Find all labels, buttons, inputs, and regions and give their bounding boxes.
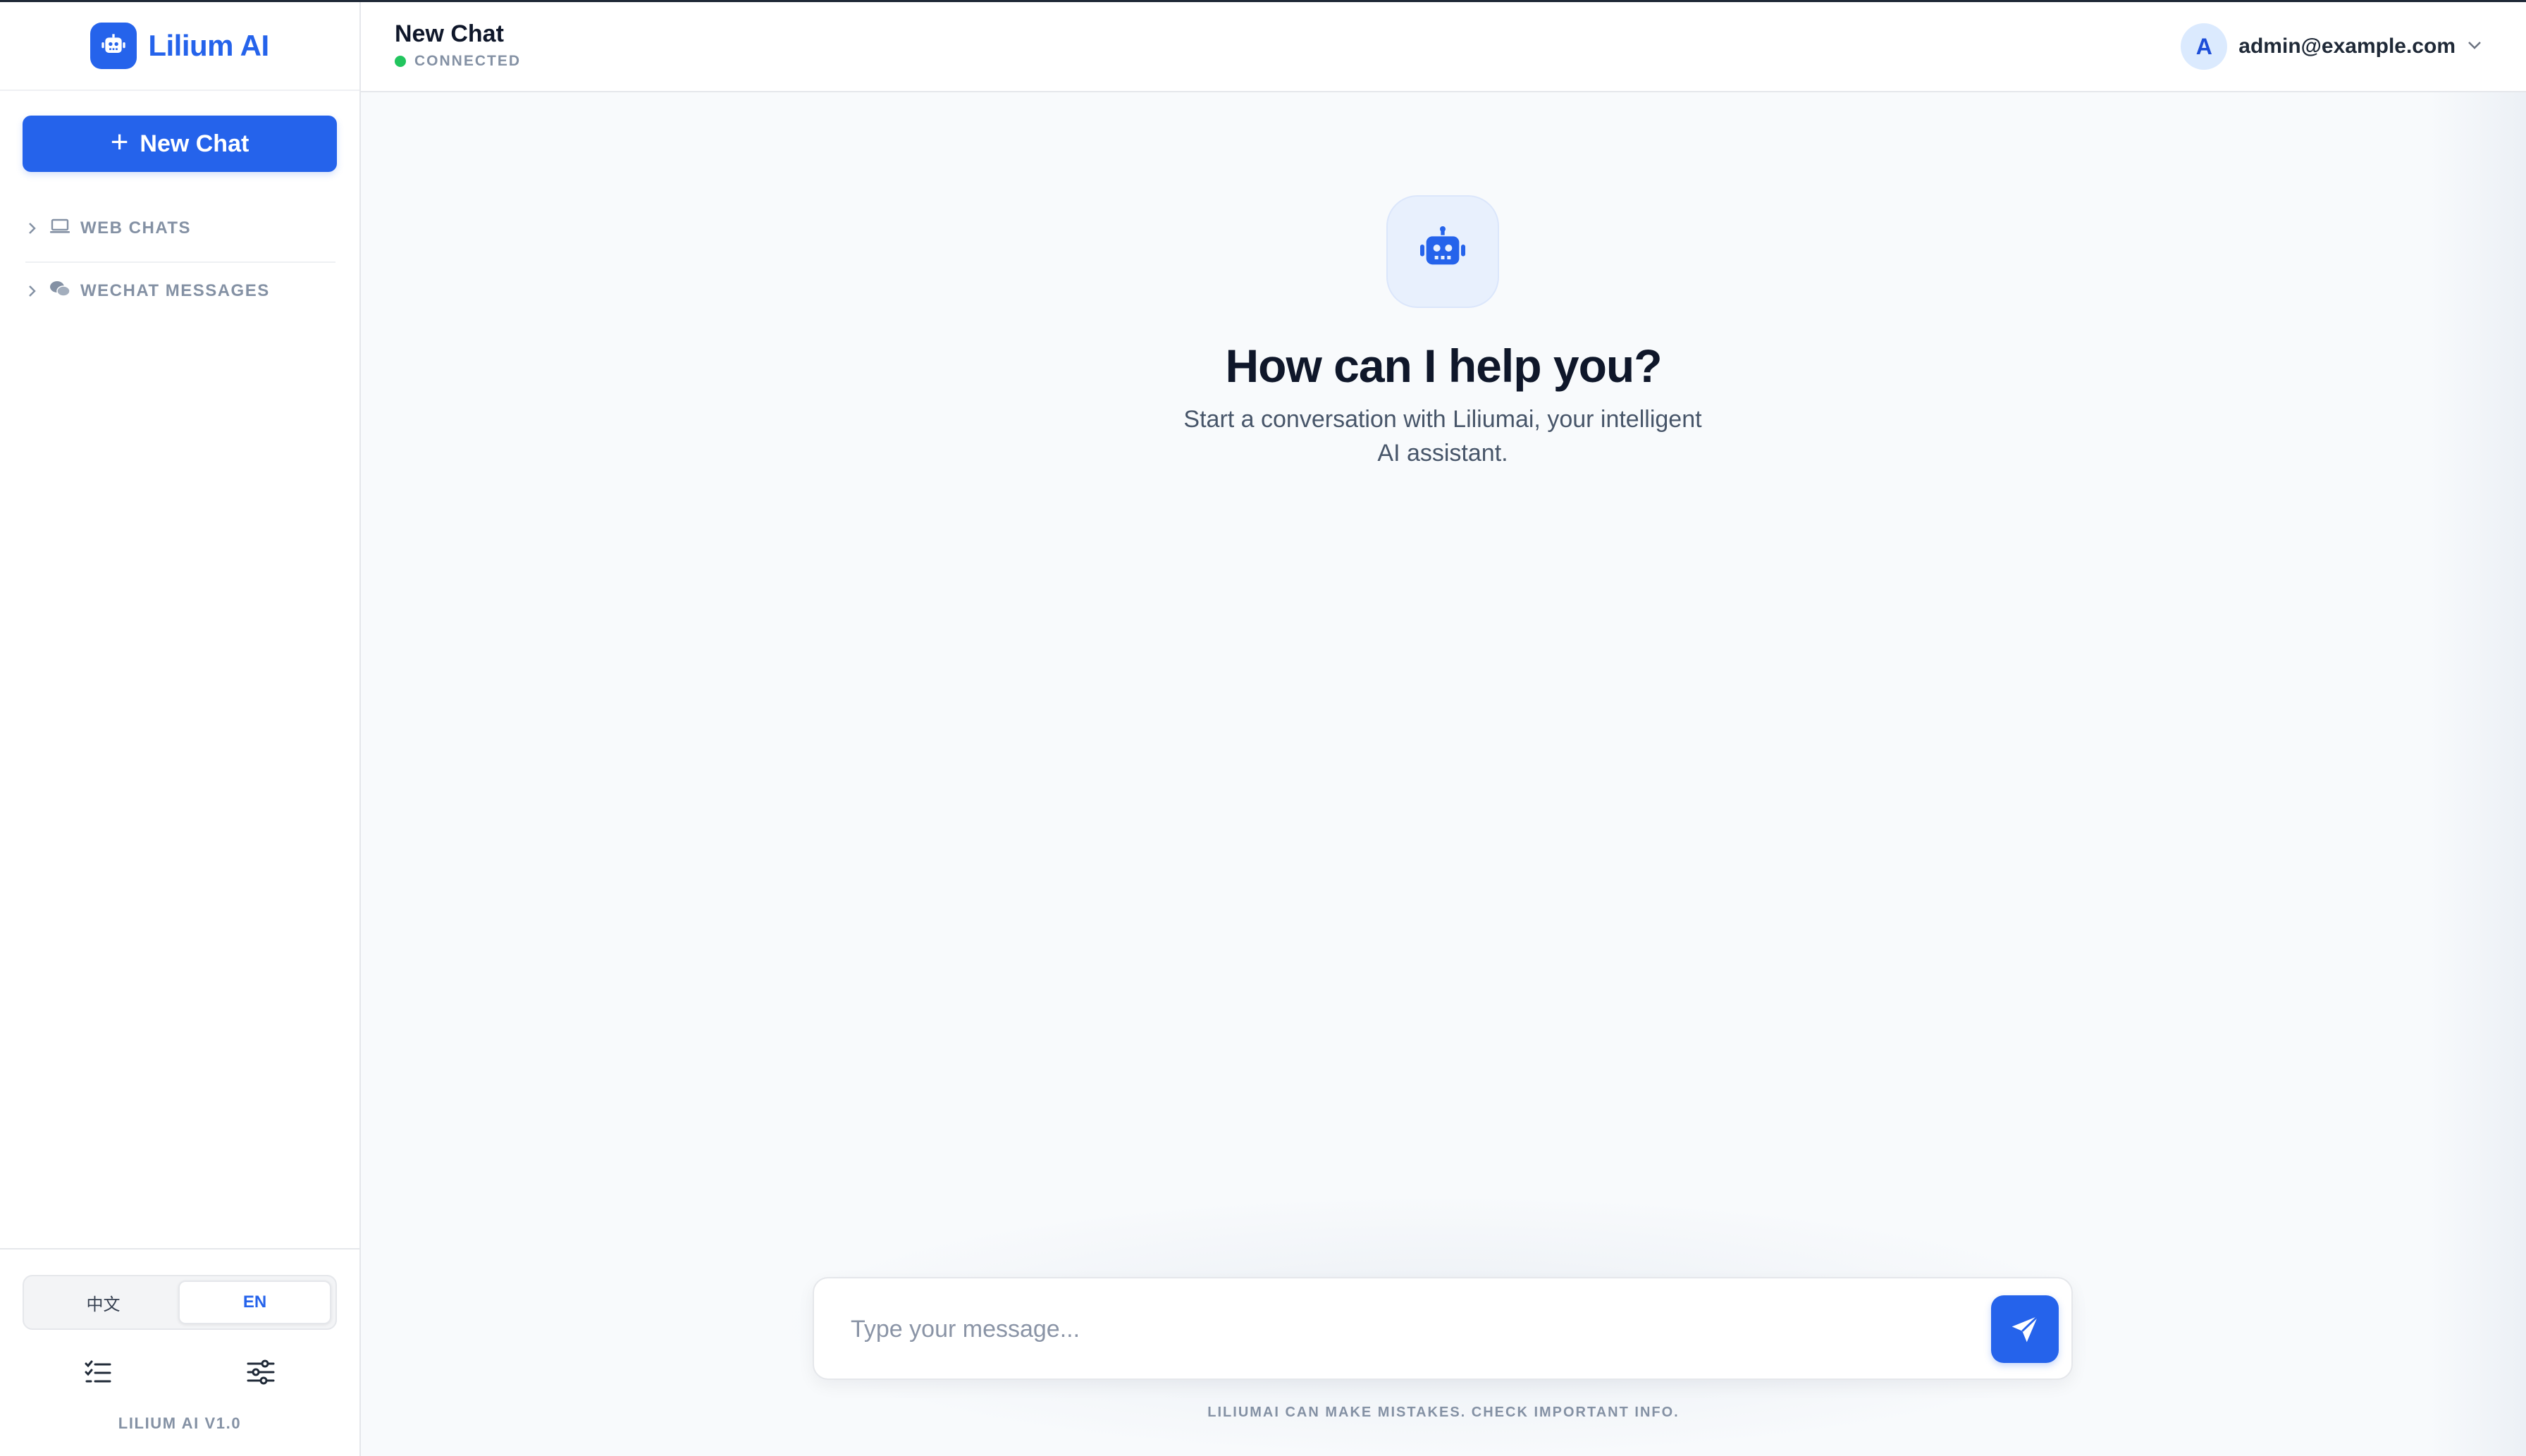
robot-logo-icon xyxy=(90,23,137,69)
status-text: CONNECTED xyxy=(414,53,522,69)
language-option-en[interactable]: EN xyxy=(178,1281,331,1324)
app-window: Lilium AI + New Chat WEB CHATS WECHAT ME… xyxy=(0,0,2526,1456)
sidebar-group-web-chats[interactable]: WEB CHATS xyxy=(25,209,335,248)
chevron-down-icon xyxy=(2467,40,2482,54)
brand[interactable]: Lilium AI xyxy=(0,2,359,91)
sliders-icon[interactable] xyxy=(240,1351,282,1393)
send-button[interactable] xyxy=(1991,1295,2059,1363)
disclaimer: LILIUMAI CAN MAKE MISTAKES. CHECK IMPORT… xyxy=(1207,1405,1680,1420)
user-email: admin@example.com xyxy=(2238,35,2456,58)
chat-area: How can I help you? Start a conversation… xyxy=(361,92,2526,1456)
group-label: WECHAT MESSAGES xyxy=(80,281,270,300)
edge-shadow xyxy=(2427,92,2526,1456)
user-menu[interactable]: A admin@example.com xyxy=(2181,23,2482,70)
hero-title: How can I help you? xyxy=(1225,340,1662,392)
hero-subtitle: Start a conversation with Liliumai, your… xyxy=(1183,406,1702,467)
message-input[interactable] xyxy=(851,1307,1908,1352)
sidebar-group-wechat-messages[interactable]: WECHAT MESSAGES xyxy=(25,271,335,311)
brand-name: Lilium AI xyxy=(148,29,269,62)
language-switcher: 中文 EN xyxy=(23,1275,337,1330)
chevron-right-icon xyxy=(25,284,39,298)
chevron-right-icon xyxy=(25,221,39,235)
message-composer xyxy=(813,1277,2073,1380)
header: New Chat CONNECTED A admin@example.com xyxy=(361,2,2526,92)
group-label: WEB CHATS xyxy=(80,218,192,237)
task-list-icon[interactable] xyxy=(77,1351,119,1393)
wechat-icon xyxy=(49,280,70,303)
plus-icon: + xyxy=(110,125,129,159)
robot-icon xyxy=(1386,195,1499,308)
laptop-icon xyxy=(49,218,70,240)
divider xyxy=(25,261,335,263)
connection-status: CONNECTED xyxy=(395,53,521,70)
avatar: A xyxy=(2181,23,2228,70)
language-option-zh[interactable]: 中文 xyxy=(28,1281,178,1324)
status-dot-icon xyxy=(395,56,406,67)
new-chat-label: New Chat xyxy=(140,130,249,157)
new-chat-button[interactable]: + New Chat xyxy=(23,116,337,172)
app-version: LILIUM AI V1.0 xyxy=(118,1414,242,1432)
sidebar: Lilium AI + New Chat WEB CHATS WECHAT ME… xyxy=(0,2,361,1456)
divider xyxy=(0,1248,359,1250)
paper-plane-icon xyxy=(2011,1315,2039,1343)
page-title: New Chat xyxy=(395,20,504,47)
